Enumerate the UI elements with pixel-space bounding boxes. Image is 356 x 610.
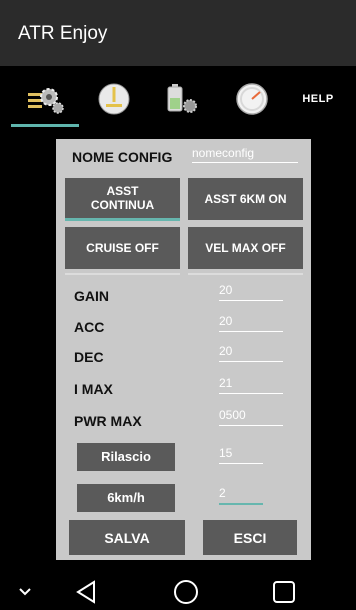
tab-meter[interactable]	[230, 74, 274, 124]
config-name-label: NOME CONFIG	[72, 149, 173, 165]
param-input-imax[interactable]: 21	[219, 376, 283, 394]
tab-settings[interactable]	[11, 74, 79, 127]
help-label: HELP	[302, 93, 334, 105]
meter-dial-icon	[236, 83, 268, 115]
chevron-down-icon	[19, 588, 31, 596]
battery-gear-icon	[167, 84, 197, 113]
param-input-acc[interactable]: 20	[219, 314, 283, 332]
6kmh-button[interactable]: 6km/h	[77, 484, 175, 512]
asst-continua-button[interactable]: ASST CONTINUA	[65, 178, 180, 221]
tab-help[interactable]: HELP	[290, 74, 346, 124]
home-circle-icon	[174, 580, 198, 604]
speed-gauge-icon	[98, 83, 130, 115]
rilascio-input[interactable]: 15	[219, 446, 263, 464]
system-nav-bar	[0, 574, 356, 610]
recents-square-icon	[273, 581, 295, 603]
exit-button[interactable]: ESCI	[203, 520, 297, 555]
param-label-gain: GAIN	[74, 288, 109, 304]
cruise-off-button[interactable]: CRUISE OFF	[65, 227, 180, 275]
nav-back-button[interactable]	[68, 574, 104, 610]
param-label-dec: DEC	[74, 349, 104, 365]
app-title: ATR Enjoy	[18, 23, 108, 44]
tab-battery[interactable]	[160, 74, 204, 124]
settings-gear-icon	[28, 88, 64, 114]
param-label-imax: I MAX	[74, 381, 113, 397]
nav-collapse-button[interactable]	[10, 574, 40, 610]
param-input-dec[interactable]: 20	[219, 344, 283, 362]
nav-home-button[interactable]	[167, 574, 205, 610]
vel-max-off-button[interactable]: VEL MAX OFF	[188, 227, 303, 275]
asst-6km-button[interactable]: ASST 6KM ON	[188, 178, 303, 220]
param-label-pwrmax: PWR MAX	[74, 413, 142, 429]
config-panel: NOME CONFIG nomeconfig ASST CONTINUA ASS…	[56, 139, 311, 560]
tab-performance[interactable]	[92, 74, 136, 124]
tab-bar: HELP	[0, 66, 356, 128]
config-name-input[interactable]: nomeconfig	[192, 146, 298, 163]
save-button[interactable]: SALVA	[69, 520, 185, 555]
back-triangle-icon	[76, 580, 95, 604]
6kmh-input[interactable]: 2	[219, 486, 263, 505]
param-input-pwrmax[interactable]: 0500	[219, 408, 283, 426]
rilascio-button[interactable]: Rilascio	[77, 443, 175, 471]
param-input-gain[interactable]: 20	[219, 283, 283, 301]
param-label-acc: ACC	[74, 319, 105, 335]
app-bar: ATR Enjoy	[0, 0, 356, 66]
nav-recents-button[interactable]	[266, 574, 302, 610]
